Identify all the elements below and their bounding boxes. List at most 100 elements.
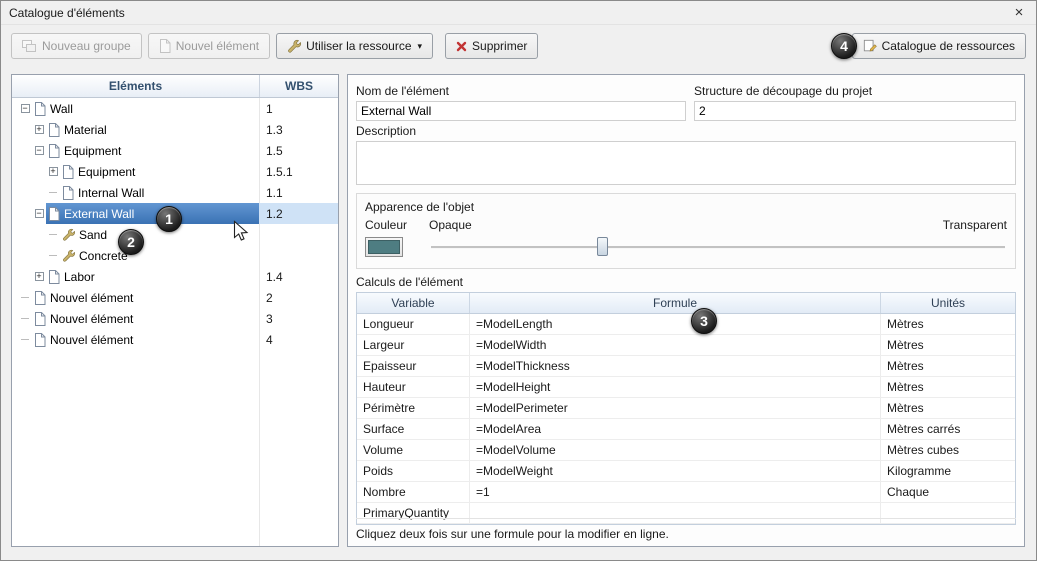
calc-formula-cell[interactable]: =ModelArea: [469, 419, 880, 439]
expander-icon[interactable]: −: [32, 209, 46, 218]
document-icon: [34, 311, 46, 326]
resource-catalog-button[interactable]: Catalogue de ressources: [851, 33, 1026, 59]
tree-row-element-cell: + Equipment: [12, 161, 259, 182]
calc-formula-cell[interactable]: =ModelLength: [469, 314, 880, 334]
calc-table-body: Longueur =ModelLength Mètres Largeur =ModelW…: [357, 314, 1015, 524]
calc-units-cell: Mètres: [880, 377, 1015, 397]
calc-table-row[interactable]: Périmètre =ModelPerimeter Mètres: [357, 398, 1015, 419]
element-detail-panel: Nom de l'élément Structure de découpage …: [347, 74, 1025, 547]
calc-header-formula[interactable]: Formule: [469, 293, 880, 313]
name-wbs-row: Nom de l'élément Structure de découpage …: [356, 81, 1016, 121]
tree-header-elements[interactable]: Eléments: [12, 75, 259, 97]
annotation-badge-3: 3: [691, 308, 717, 334]
tree-item-label: Material: [64, 122, 107, 137]
calc-formula-cell[interactable]: =ModelWeight: [469, 461, 880, 481]
tree-item-wbs: 1: [266, 101, 273, 116]
calc-table-row[interactable]: Hauteur =ModelHeight Mètres: [357, 377, 1015, 398]
tree-item-wbs: 1.5.1: [266, 164, 293, 179]
document-icon: [48, 122, 60, 137]
use-resource-label: Utiliser la ressource: [306, 39, 412, 53]
use-resource-button[interactable]: Utiliser la ressource ▾: [276, 33, 434, 59]
document-icon: [48, 143, 60, 158]
tree-row[interactable]: Internal Wall 1.1: [12, 182, 338, 203]
tree-item-label: Labor: [64, 269, 95, 284]
new-element-icon: [159, 39, 171, 53]
tree-row[interactable]: Nouvel élément 2: [12, 287, 338, 308]
tree-row[interactable]: Nouvel élément 4: [12, 329, 338, 350]
calc-table-row[interactable]: Longueur =ModelLength Mètres: [357, 314, 1015, 335]
calc-table-row[interactable]: Epaisseur =ModelThickness Mètres: [357, 356, 1015, 377]
calc-variable-cell: Périmètre: [363, 401, 416, 415]
tree-row[interactable]: Nouvel élément 3: [12, 308, 338, 329]
document-icon: [34, 332, 46, 347]
tree-item-label: Nouvel élément: [50, 332, 134, 347]
wrench-icon: [62, 228, 75, 241]
annotation-badge-2: 2: [118, 229, 144, 255]
tree-header-wbs[interactable]: WBS: [259, 75, 338, 97]
tree-connector: [18, 339, 32, 340]
calc-formula-cell[interactable]: =ModelVolume: [469, 440, 880, 460]
resource-catalog-icon: [863, 39, 877, 53]
calc-formula-cell[interactable]: =1: [469, 482, 880, 502]
calc-table-row[interactable]: Nombre =1 Chaque: [357, 482, 1015, 503]
calc-table-row[interactable]: Poids =ModelWeight Kilogramme: [357, 461, 1015, 482]
expander-icon[interactable]: +: [32, 272, 46, 281]
element-name-label: Nom de l'élément: [356, 84, 449, 98]
tree-row-element-cell: − Equipment: [12, 140, 259, 161]
appearance-title: Apparence de l'objet: [365, 200, 475, 214]
calc-table-row[interactable]: Volume =ModelVolume Mètres cubes: [357, 440, 1015, 461]
calc-header-units[interactable]: Unités: [880, 293, 1015, 313]
tree-row-element-cell: − Wall: [12, 98, 259, 119]
transparent-label: Transparent: [942, 218, 1007, 232]
new-element-label: Nouvel élément: [175, 39, 260, 53]
expander-icon[interactable]: +: [46, 167, 60, 176]
color-swatch-button[interactable]: [365, 237, 403, 257]
tree-row[interactable]: − Wall 1: [12, 98, 338, 119]
resource-catalog-label: Catalogue de ressources: [881, 39, 1015, 53]
calc-formula-cell[interactable]: =ModelThickness: [469, 356, 880, 376]
elements-panel: Eléments WBS − Wall 1 + Material 1.3 − Equipmen…: [11, 74, 339, 547]
annotation-badge-1: 1: [156, 206, 182, 232]
description-textarea[interactable]: [356, 141, 1016, 185]
calc-units-cell: Mètres: [880, 314, 1015, 334]
calc-table-row[interactable]: Largeur =ModelWidth Mètres: [357, 335, 1015, 356]
wrench-icon: [287, 39, 302, 53]
delete-button[interactable]: Supprimer: [445, 33, 539, 59]
calc-header-variable[interactable]: Variable: [357, 293, 469, 313]
titlebar: Catalogue d'éléments ×: [1, 1, 1036, 25]
calc-units-cell: Mètres carrés: [880, 419, 1015, 439]
tree-row[interactable]: + Labor 1.4: [12, 266, 338, 287]
tree-row[interactable]: + Equipment 1.5.1: [12, 161, 338, 182]
tree-connector: [46, 234, 60, 235]
calc-formula-cell[interactable]: =ModelHeight: [469, 377, 880, 397]
close-icon[interactable]: ×: [1010, 5, 1028, 20]
expander-icon[interactable]: −: [18, 104, 32, 113]
tree-row[interactable]: + Material 1.3: [12, 119, 338, 140]
expander-icon[interactable]: +: [32, 125, 46, 134]
slider-thumb[interactable]: [597, 237, 609, 256]
calc-formula-cell[interactable]: =ModelPerimeter: [469, 398, 880, 418]
calc-formula-cell[interactable]: =ModelWidth: [469, 335, 880, 355]
tree-connector: [18, 318, 32, 319]
slider-track: [431, 246, 1005, 248]
opaque-label: Opaque: [429, 218, 472, 232]
document-icon: [34, 290, 46, 305]
tree-item-wbs: 3: [266, 311, 273, 326]
wbs-structure-label: Structure de découpage du projet: [694, 84, 873, 98]
tree-row-element-cell: Nouvel élément: [12, 308, 259, 329]
calc-variable-cell: Poids: [363, 464, 394, 478]
wbs-structure-input[interactable]: [694, 101, 1016, 121]
tree-row-element-cell: + Material: [12, 119, 259, 140]
transparency-slider[interactable]: [429, 236, 1007, 258]
calculations-label: Calculs de l'élément: [356, 275, 464, 289]
tree-row-element-cell: Nouvel élément: [12, 287, 259, 308]
new-group-button[interactable]: Nouveau groupe: [11, 33, 142, 59]
tree-row[interactable]: − Equipment 1.5: [12, 140, 338, 161]
expander-icon[interactable]: −: [32, 146, 46, 155]
element-name-input[interactable]: [356, 101, 686, 121]
calc-table-row[interactable]: Surface =ModelArea Mètres carrés: [357, 419, 1015, 440]
tree-item-label: Nouvel élément: [50, 290, 134, 305]
appearance-section: Apparence de l'objet Couleur Opaque Tran…: [356, 193, 1016, 269]
tree-row[interactable]: Concrete: [12, 245, 338, 266]
new-element-button[interactable]: Nouvel élément: [147, 33, 271, 59]
